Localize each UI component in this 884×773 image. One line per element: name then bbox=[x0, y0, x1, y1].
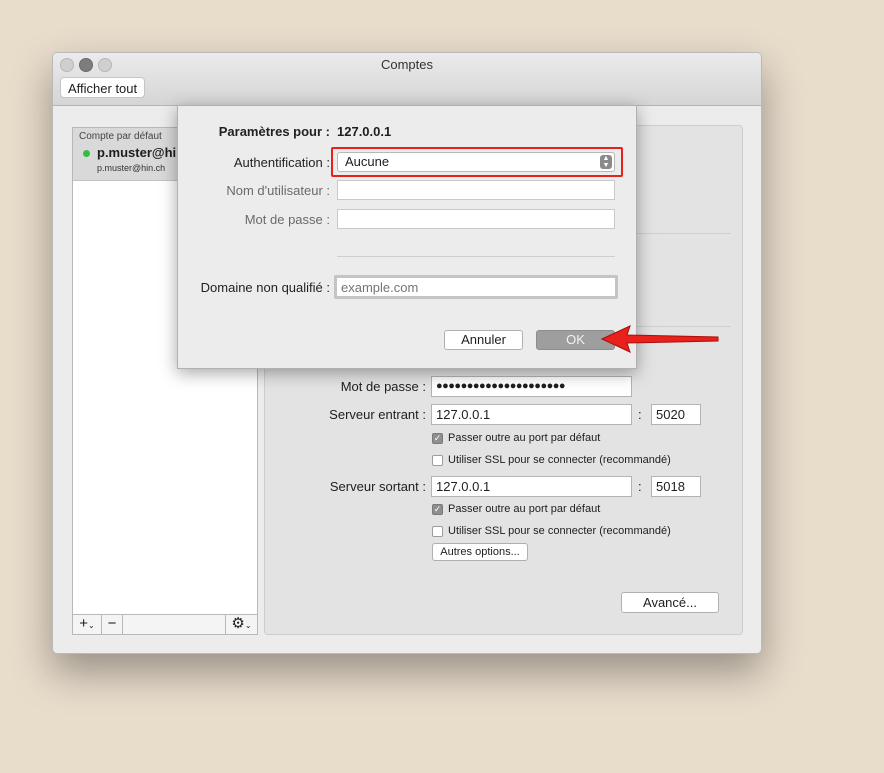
red-arrow-annotation bbox=[600, 325, 719, 353]
add-icon: + bbox=[79, 615, 89, 632]
username-field[interactable] bbox=[337, 180, 615, 200]
params-label: Paramètres pour : bbox=[218, 124, 330, 139]
gear-icon: ⚙ bbox=[231, 615, 245, 632]
params-value: 127.0.0.1 bbox=[337, 124, 392, 139]
cancel-button[interactable]: Annuler bbox=[444, 330, 523, 350]
auth-select-value: Aucune bbox=[345, 154, 390, 169]
title-bar: Comptes Afficher tout bbox=[53, 53, 761, 106]
port-separator: : bbox=[638, 407, 642, 422]
username-label: Nom d'utilisateur : bbox=[226, 183, 330, 198]
auth-select[interactable]: Aucune ▲ ▼ bbox=[337, 152, 615, 172]
chevron-down-icon: ⌄ bbox=[244, 621, 252, 630]
server-settings-sheet: Paramètres pour : 127.0.0.1 Authentifica… bbox=[177, 105, 637, 369]
sheet-password-field[interactable] bbox=[337, 209, 615, 229]
outgoing-ssl-checkbox[interactable] bbox=[432, 526, 443, 537]
incoming-override-port-checkbox[interactable]: ✓ bbox=[432, 433, 443, 444]
sheet-password-label: Mot de passe : bbox=[244, 212, 330, 227]
more-options-button[interactable]: Autres options... bbox=[432, 543, 528, 561]
password-label: Mot de passe : bbox=[340, 379, 426, 394]
incoming-server-field[interactable]: 127.0.0.1 bbox=[431, 404, 632, 425]
window-title: Comptes bbox=[380, 57, 434, 72]
domain-field[interactable] bbox=[334, 275, 618, 299]
incoming-server-label: Serveur entrant : bbox=[329, 407, 426, 422]
divider bbox=[337, 256, 615, 257]
incoming-ssl-checkbox[interactable] bbox=[432, 455, 443, 466]
show-all-button[interactable]: Afficher tout bbox=[60, 77, 146, 98]
account-email: p.muster@hin.ch bbox=[97, 163, 166, 173]
domain-label: Domaine non qualifié : bbox=[200, 280, 330, 295]
incoming-ssl-label: Utiliser SSL pour se connecter (recomman… bbox=[448, 454, 671, 466]
status-dot-icon bbox=[83, 150, 90, 157]
outgoing-override-port-checkbox[interactable]: ✓ bbox=[432, 504, 443, 515]
auth-label: Authentification : bbox=[233, 155, 330, 170]
updown-arrows-icon: ▲ ▼ bbox=[600, 155, 612, 169]
advanced-button[interactable]: Avancé... bbox=[621, 592, 719, 613]
incoming-override-port-label: Passer outre au port par défaut bbox=[448, 432, 601, 444]
gear-menu-button[interactable]: ⚙⌄ bbox=[225, 615, 257, 634]
password-field[interactable]: ●●●●●●●●●●●●●●●●●●●●● bbox=[431, 376, 632, 397]
account-name: p.muster@hin bbox=[97, 145, 185, 160]
port-separator: : bbox=[638, 479, 642, 494]
outgoing-override-port-label: Passer outre au port par défaut bbox=[448, 503, 601, 515]
incoming-port-field[interactable]: 5020 bbox=[651, 404, 701, 425]
outgoing-port-field[interactable]: 5018 bbox=[651, 476, 701, 497]
outgoing-ssl-label: Utiliser SSL pour se connecter (recomman… bbox=[448, 525, 671, 537]
outgoing-server-label: Serveur sortant : bbox=[329, 479, 426, 494]
sidebar-bottom-bar: +⌄ − ⚙⌄ bbox=[73, 614, 257, 634]
chevron-down-icon: ⌄ bbox=[88, 621, 95, 630]
add-account-button[interactable]: +⌄ bbox=[73, 615, 102, 634]
outgoing-server-field[interactable]: 127.0.0.1 bbox=[431, 476, 632, 497]
remove-account-button[interactable]: − bbox=[102, 615, 123, 634]
default-account-header: Compte par défaut bbox=[79, 131, 162, 142]
